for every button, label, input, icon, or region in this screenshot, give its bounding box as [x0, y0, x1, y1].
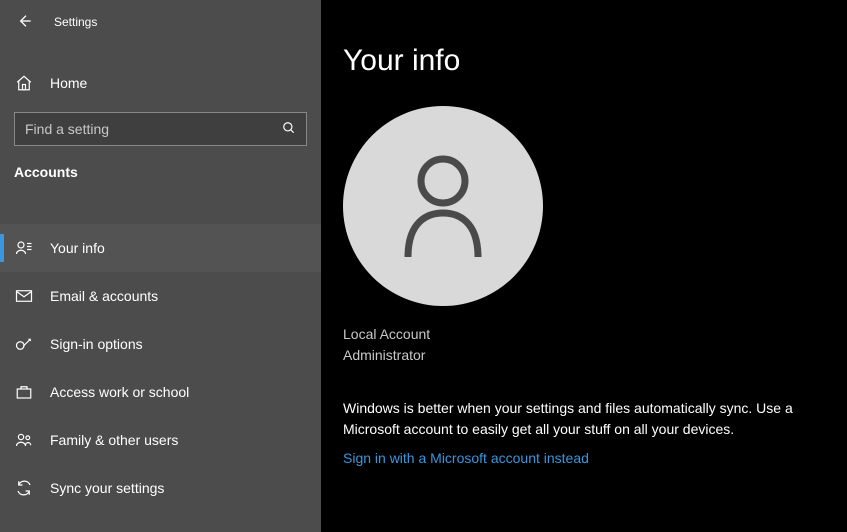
- people-icon: [14, 431, 34, 449]
- key-icon: [14, 335, 34, 353]
- sidebar-item-sign-in-options[interactable]: Sign-in options: [0, 320, 321, 368]
- sidebar-item-email-accounts[interactable]: Email & accounts: [0, 272, 321, 320]
- account-type: Local Account: [343, 324, 825, 345]
- account-role: Administrator: [343, 345, 825, 366]
- sidebar-item-access-work-school[interactable]: Access work or school: [0, 368, 321, 416]
- main-panel: Your info Local Account Administrator Wi…: [321, 0, 847, 532]
- sync-description: Windows is better when your settings and…: [343, 398, 813, 440]
- search-icon: [282, 121, 296, 138]
- back-button[interactable]: [14, 12, 34, 32]
- search-input[interactable]: [25, 121, 282, 137]
- topbar: Settings: [0, 0, 321, 44]
- page-title: Your info: [343, 44, 825, 78]
- sync-icon: [14, 479, 34, 497]
- sidebar-item-label: Sync your settings: [50, 480, 164, 496]
- sidebar-home-label: Home: [50, 75, 87, 91]
- sidebar-item-label: Your info: [50, 240, 105, 256]
- arrow-left-icon: [16, 13, 32, 32]
- topbar-title: Settings: [54, 15, 97, 29]
- home-icon: [14, 74, 34, 92]
- sidebar-home[interactable]: Home: [0, 64, 321, 102]
- briefcase-icon: [14, 383, 34, 401]
- sidebar-item-label: Sign-in options: [50, 336, 143, 352]
- person-icon: [393, 149, 493, 264]
- avatar: [343, 106, 543, 306]
- mail-icon: [14, 287, 34, 305]
- sign-in-microsoft-link[interactable]: Sign in with a Microsoft account instead: [343, 450, 589, 466]
- person-card-icon: [14, 239, 34, 257]
- sidebar-item-label: Access work or school: [50, 384, 189, 400]
- sidebar-nav: Your info Email & accounts Sign-in optio…: [0, 224, 321, 512]
- sidebar-item-family-other-users[interactable]: Family & other users: [0, 416, 321, 464]
- sidebar-item-sync-settings[interactable]: Sync your settings: [0, 464, 321, 512]
- sidebar-item-label: Family & other users: [50, 432, 178, 448]
- settings-sidebar: Settings Home Accounts: [0, 0, 321, 532]
- section-title: Accounts: [0, 164, 321, 194]
- search-box[interactable]: [14, 112, 307, 146]
- sidebar-item-your-info[interactable]: Your info: [0, 224, 321, 272]
- sidebar-item-label: Email & accounts: [50, 288, 158, 304]
